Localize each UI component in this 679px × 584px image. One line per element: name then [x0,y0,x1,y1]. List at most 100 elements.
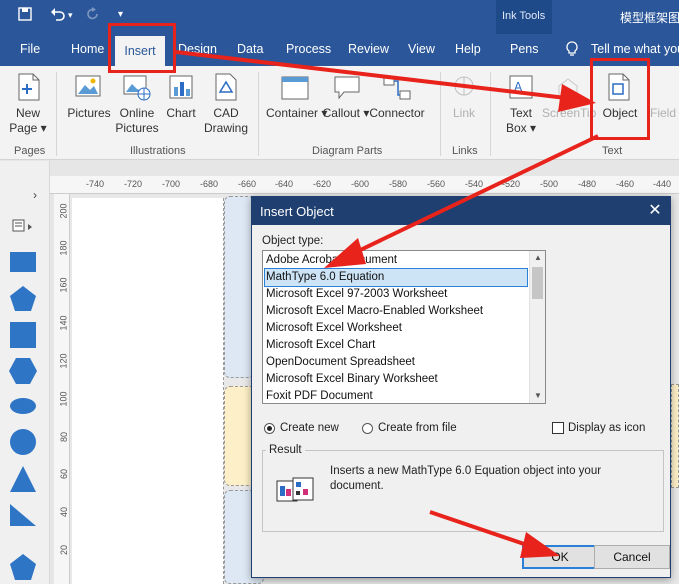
tab-view[interactable]: View [408,42,435,56]
scroll-up-icon[interactable]: ▲ [530,251,545,265]
list-item[interactable]: Microsoft Excel 97-2003 Worksheet [265,286,527,303]
ruler-tick: 20 [59,544,70,556]
list-item-selected[interactable]: MathType 6.0 Equation [264,268,528,287]
field-button: Field [649,106,676,120]
online-pictures-icon[interactable] [122,74,152,102]
scroll-thumb[interactable] [532,267,543,299]
text-box-icon[interactable]: A [508,74,534,100]
screentip-button: ScreenTip [542,106,597,120]
ruler-tick: -720 [124,179,143,189]
callout-button[interactable]: Callout ▾ [322,106,370,121]
result-label: Result [266,444,305,456]
tab-pens[interactable]: Pens [510,42,539,56]
basic-shapes-stencil[interactable] [6,248,42,584]
new-page-icon[interactable] [16,72,42,102]
group-separator [490,72,491,156]
ruler-tick: 160 [58,277,69,293]
annotation-highlight-insert-tab [108,23,176,73]
ruler-tick: 140 [58,315,69,331]
close-icon[interactable]: ✕ [644,200,666,222]
stencil-menu-icon[interactable] [12,218,38,234]
link-icon [454,76,474,96]
create-new-radio[interactable] [264,423,275,434]
undo-dropdown-icon[interactable]: ▾ [68,10,73,21]
create-from-file-label[interactable]: Create from file [378,422,457,434]
list-scrollbar[interactable]: ▲ ▼ [529,251,545,403]
display-as-icon-checkbox[interactable] [552,422,564,434]
new-page-button[interactable]: New Page ▾ [6,106,50,136]
cad-drawing-icon[interactable] [214,72,238,102]
tab-review[interactable]: Review [348,42,389,56]
cancel-button[interactable]: Cancel [594,545,670,569]
svg-text:A: A [514,80,523,94]
expand-chevron-icon[interactable]: › [33,188,37,202]
pictures-button[interactable]: Pictures [64,106,114,121]
ruler-tick: -560 [427,179,446,189]
text-box-button[interactable]: Text Box ▾ [502,106,540,136]
ruler-tick: 40 [59,506,70,518]
cad-drawing-button[interactable]: CAD Drawing [202,106,250,136]
list-item[interactable]: OpenDocument Spreadsheet [265,354,527,371]
tab-file[interactable]: File [20,42,40,56]
group-separator [56,72,57,156]
ruler-tick: 120 [58,353,69,369]
tab-process[interactable]: Process [286,42,331,56]
tab-design[interactable]: Design [178,42,217,56]
result-description: Inserts a new MathType 6.0 Equation obje… [330,465,602,492]
customize-toolbar-icon[interactable]: ▾ [118,9,123,20]
ruler-tick: -620 [313,179,332,189]
list-item[interactable]: Adobe Acrobat Document [265,252,527,269]
ok-button[interactable]: OK [522,545,598,569]
list-item[interactable]: Foxit PDF Document [265,388,527,403]
ruler-tick: -680 [200,179,219,189]
pictures-icon[interactable] [74,74,104,102]
display-as-icon-label[interactable]: Display as icon [568,422,645,434]
connector-button[interactable]: Connector [368,106,426,121]
tab-data[interactable]: Data [237,42,263,56]
tab-help[interactable]: Help [455,42,481,56]
create-from-file-radio[interactable] [362,423,373,434]
annotation-highlight-object-button [590,58,650,140]
container-icon[interactable] [280,74,310,102]
online-pictures-button[interactable]: Online Pictures [114,106,160,136]
ruler-tick: 80 [59,431,70,443]
diagram-shape[interactable] [224,196,254,378]
drawing-page[interactable] [72,198,224,584]
list-item[interactable]: Microsoft Excel Worksheet [265,320,527,337]
title-bar [0,0,679,34]
insert-object-dialog: Insert Object ✕ Object type: Adobe Acrob… [251,196,671,578]
list-item[interactable]: Microsoft Excel Binary Worksheet [265,371,527,388]
callout-icon[interactable] [332,74,362,102]
tab-home[interactable]: Home [71,42,104,56]
tell-me-search[interactable]: Tell me what you [591,42,679,56]
ruler-tick: -740 [86,179,105,189]
ruler-tick: -480 [578,179,597,189]
group-label-text: Text [602,145,623,157]
redo-icon [86,7,100,24]
ruler-tick: -540 [465,179,484,189]
create-new-label[interactable]: Create new [280,422,339,434]
group-label-illustrations: Illustrations [130,145,186,157]
list-item[interactable]: Microsoft Excel Chart [265,337,527,354]
ruler-tick: -580 [389,179,408,189]
ruler-tick: -500 [540,179,559,189]
screentip-icon [558,78,578,98]
diagram-shape[interactable] [671,384,679,488]
connector-icon[interactable] [382,74,412,102]
object-type-label: Object type: [262,235,324,247]
ruler-tick: 60 [59,468,70,480]
chart-button[interactable]: Chart [162,106,200,121]
object-type-list[interactable]: Adobe Acrobat Document MathType 6.0 Equa… [262,250,546,404]
dialog-title: Insert Object [260,204,334,219]
container-button[interactable]: Container ▾ [266,106,327,121]
ruler-tick: -660 [238,179,257,189]
link-button: Link [452,106,475,120]
list-item[interactable]: Microsoft Excel Macro-Enabled Worksheet [265,303,527,320]
undo-icon[interactable] [50,7,66,24]
save-icon[interactable] [18,7,32,24]
ruler-tick: -520 [502,179,521,189]
ruler-tick: 180 [58,240,69,256]
scroll-down-icon[interactable]: ▼ [530,389,545,403]
ruler-tick: -700 [162,179,181,189]
chart-icon[interactable] [168,74,194,102]
